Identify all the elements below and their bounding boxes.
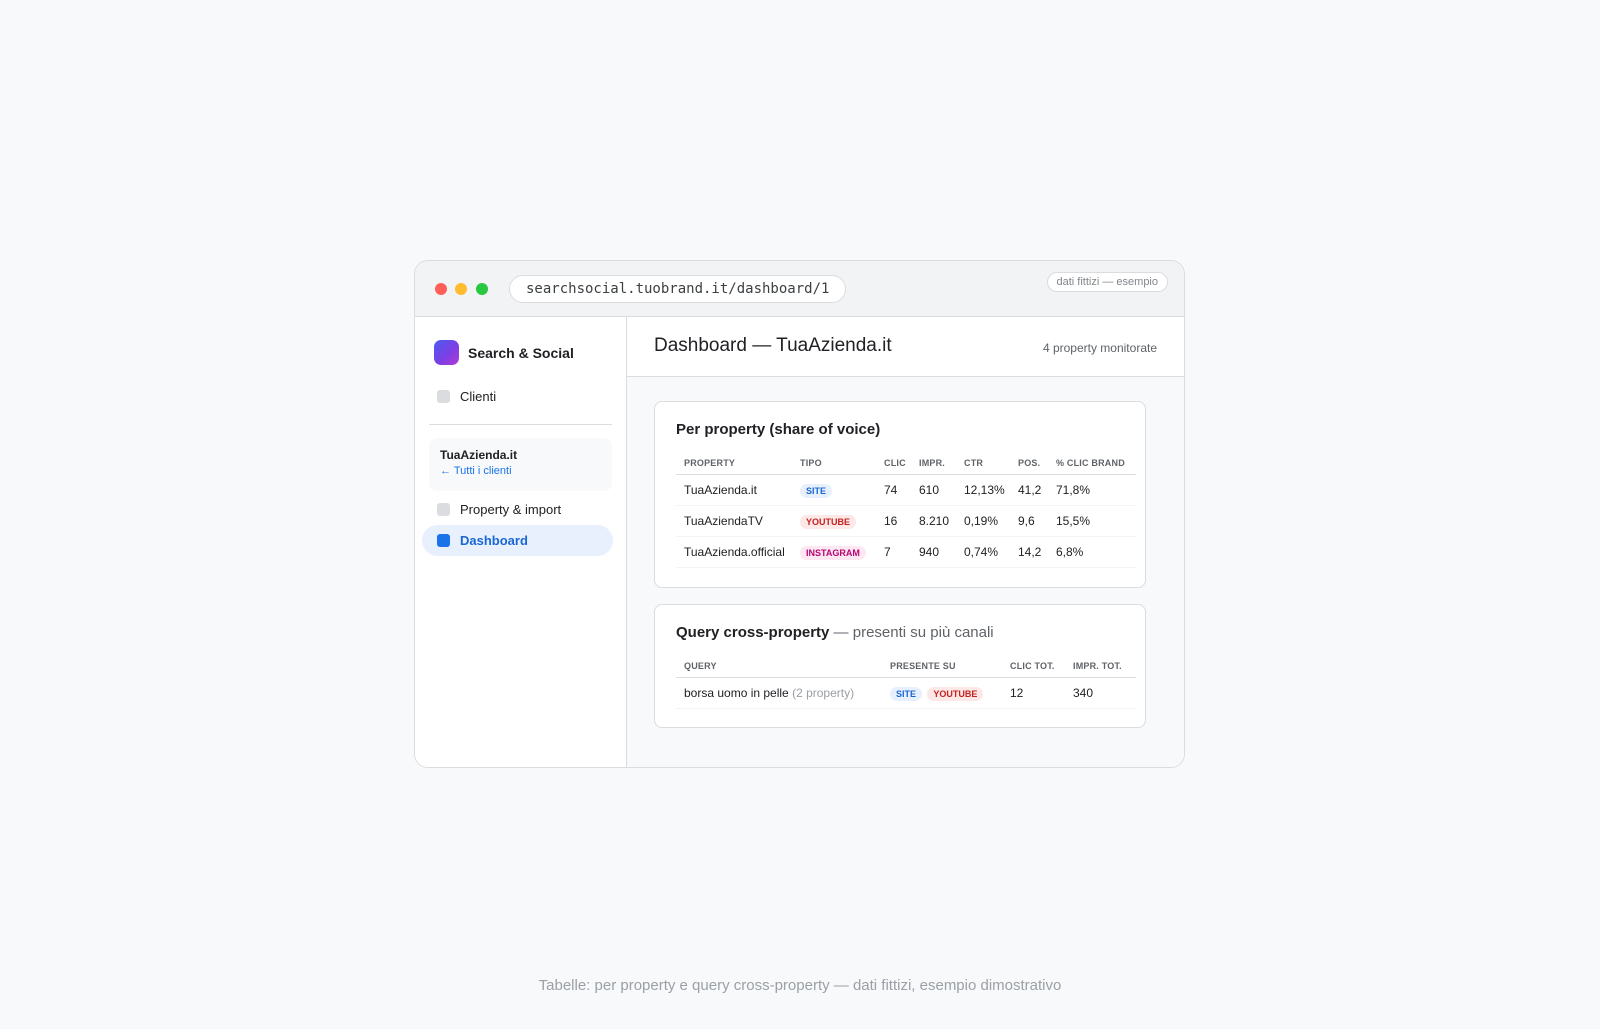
clicks-cell: 7 xyxy=(876,536,911,568)
ctr-cell: 0,19% xyxy=(956,505,1010,537)
type-cell: site xyxy=(792,474,876,506)
table-header-row: Query Presente su Clic tot. Impr. tot. xyxy=(676,654,1136,678)
clicks-cell: 16 xyxy=(876,505,911,537)
browser-titlebar: searchsocial.tuobrand.it/dashboard/1 dat… xyxy=(415,261,1184,317)
table-row[interactable]: TuaAzienda.it site 74 610 12,13% 41,2 71… xyxy=(676,474,1136,506)
column-header[interactable]: Impr. xyxy=(911,451,956,475)
table-row[interactable]: borsa uomo in pelle (2 property) site yo… xyxy=(676,677,1136,709)
sidebar-item-dashboard[interactable]: Dashboard xyxy=(422,525,613,556)
brand-clicks-cell: 6,8% xyxy=(1048,536,1136,568)
cross-property-card: Query cross-property — presenti su più c… xyxy=(654,604,1146,728)
cross-property-table: Query Presente su Clic tot. Impr. tot. b… xyxy=(676,654,1136,709)
type-cell: youtube xyxy=(792,505,876,537)
sidebar-item-label: Clienti xyxy=(460,389,497,404)
ctr-cell: 0,74% xyxy=(956,536,1010,568)
minimize-window-button[interactable] xyxy=(455,283,467,295)
figure-caption: Tabelle: per property e query cross-prop… xyxy=(538,977,1062,994)
property-name: TuaAzienda.it xyxy=(676,474,792,506)
column-header[interactable]: Pos. xyxy=(1010,451,1048,475)
maximize-window-button[interactable] xyxy=(476,283,488,295)
sidebar-item-property-import[interactable]: Property & import xyxy=(422,494,613,525)
page-title: Dashboard — TuaAzienda.it xyxy=(654,335,892,356)
sidebar-item-label: Dashboard xyxy=(460,533,528,548)
brand-name: Search & Social xyxy=(468,344,574,361)
current-client-box: TuaAzienda.it ← Tutti i clienti xyxy=(429,438,612,491)
browser-window: searchsocial.tuobrand.it/dashboard/1 dat… xyxy=(414,260,1185,768)
column-header[interactable]: Query xyxy=(676,654,882,678)
total-clicks-cell: 12 xyxy=(1002,677,1065,709)
column-header[interactable]: Tipo xyxy=(792,451,876,475)
brand[interactable]: Search & Social xyxy=(434,340,574,365)
channel-badge: site xyxy=(890,686,923,701)
current-client-name: TuaAzienda.it xyxy=(440,448,518,462)
type-cell: instagram xyxy=(792,536,876,568)
square-icon xyxy=(437,390,450,403)
table-row[interactable]: TuaAziendaTV youtube 16 8.210 0,19% 9,6 … xyxy=(676,505,1136,537)
table-row[interactable]: TuaAzienda.official instagram 7 940 0,74… xyxy=(676,536,1136,568)
property-name: TuaAziendaTV xyxy=(676,505,792,537)
query-cell: borsa uomo in pelle (2 property) xyxy=(676,677,882,709)
demo-data-badge: dati fittizi — esempio xyxy=(1046,272,1168,292)
per-property-card: Per property (share of voice) Property T… xyxy=(654,401,1146,588)
close-window-button[interactable] xyxy=(435,283,447,295)
square-icon xyxy=(437,503,450,516)
impressions-cell: 610 xyxy=(911,474,956,506)
channel-badge: youtube xyxy=(927,686,984,701)
query-property-count: (2 property) xyxy=(792,686,855,700)
square-icon xyxy=(437,534,450,547)
total-impressions-cell: 340 xyxy=(1065,677,1136,709)
query-text: borsa uomo in pelle xyxy=(684,686,789,700)
sidebar-item-clienti[interactable]: Clienti xyxy=(422,381,613,412)
column-header[interactable]: CTR xyxy=(956,451,1010,475)
type-badge: site xyxy=(800,483,833,498)
card-title: Per property (share of voice) xyxy=(676,421,881,438)
column-header[interactable]: Impr. tot. xyxy=(1065,654,1136,678)
app-body: Search & Social Clienti TuaAzienda.it ← … xyxy=(415,317,1184,767)
impressions-cell: 940 xyxy=(911,536,956,568)
brand-clicks-cell: 71,8% xyxy=(1048,474,1136,506)
per-property-table: Property Tipo Clic Impr. CTR Pos. % clic… xyxy=(676,451,1136,568)
ctr-cell: 12,13% xyxy=(956,474,1010,506)
column-header[interactable]: Clic tot. xyxy=(1002,654,1065,678)
position-cell: 14,2 xyxy=(1010,536,1048,568)
brand-logo-icon xyxy=(434,340,459,365)
impressions-cell: 8.210 xyxy=(911,505,956,537)
property-count: 4 property monitorate xyxy=(1042,341,1157,355)
page-header: Dashboard — TuaAzienda.it 4 property mon… xyxy=(627,317,1184,377)
card-subtitle: — presenti su più canali xyxy=(829,624,994,641)
sidebar: Search & Social Clienti TuaAzienda.it ← … xyxy=(415,317,627,767)
property-name: TuaAzienda.official xyxy=(676,536,792,568)
url-bar[interactable]: searchsocial.tuobrand.it/dashboard/1 xyxy=(509,275,847,303)
sidebar-divider xyxy=(429,424,612,425)
column-header[interactable]: Presente su xyxy=(882,654,1002,678)
type-badge: youtube xyxy=(800,514,857,529)
card-title: Query cross-property — presenti su più c… xyxy=(676,624,994,641)
table-header-row: Property Tipo Clic Impr. CTR Pos. % clic… xyxy=(676,451,1136,475)
back-to-clients-link[interactable]: ← Tutti i clienti xyxy=(440,465,601,477)
type-badge: instagram xyxy=(800,545,866,560)
main-content: Dashboard — TuaAzienda.it 4 property mon… xyxy=(627,317,1184,767)
card-title-text: Query cross-property xyxy=(676,624,830,641)
brand-clicks-cell: 15,5% xyxy=(1048,505,1136,537)
position-cell: 41,2 xyxy=(1010,474,1048,506)
column-header[interactable]: % clic brand xyxy=(1048,451,1136,475)
column-header[interactable]: Clic xyxy=(876,451,911,475)
position-cell: 9,6 xyxy=(1010,505,1048,537)
channels-cell: site youtube xyxy=(882,677,1002,709)
column-header[interactable]: Property xyxy=(676,451,792,475)
clicks-cell: 74 xyxy=(876,474,911,506)
sidebar-item-label: Property & import xyxy=(460,502,562,517)
